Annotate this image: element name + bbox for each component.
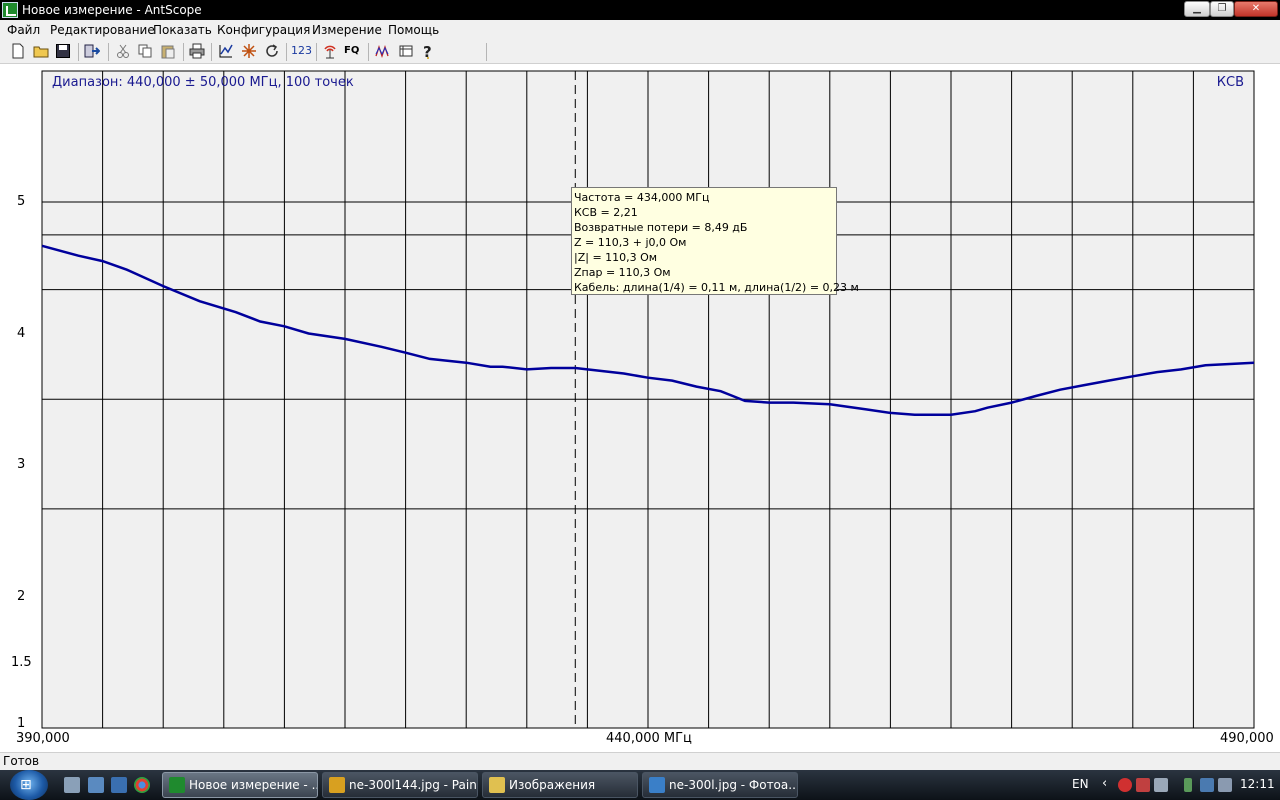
open-folder-icon[interactable] xyxy=(33,43,49,59)
tooltip-return-loss: Возвратные потери = 8,49 дБ xyxy=(574,221,748,234)
export-icon[interactable] xyxy=(84,43,100,59)
print-icon[interactable] xyxy=(189,43,205,59)
close-button[interactable]: ✕ xyxy=(1234,1,1278,17)
y-tick-label: 3 xyxy=(17,457,26,472)
help-icon[interactable]: ? xyxy=(420,43,436,59)
calculator-icon[interactable] xyxy=(64,777,80,793)
minimize-button[interactable]: ▁ xyxy=(1184,1,1210,17)
marker-icon[interactable] xyxy=(241,43,257,59)
menu-bar: Файл Редактирование Показать Конфигураци… xyxy=(0,20,1280,40)
tray-expand-icon[interactable]: ‹ xyxy=(1102,776,1107,791)
system-tray: EN ‹ 12:11 xyxy=(1060,770,1280,800)
status-bar: Готов xyxy=(0,752,1280,770)
show-desktop-icon[interactable] xyxy=(111,777,127,793)
y-tick-label: 1 xyxy=(17,716,26,731)
volume-muted-icon[interactable] xyxy=(1218,778,1232,792)
antenna-icon[interactable] xyxy=(322,43,338,59)
device-icon[interactable] xyxy=(1154,778,1168,792)
app-icon xyxy=(2,2,18,18)
y-tick-label: 1.5 xyxy=(11,655,32,670)
start-button[interactable]: ⊞ xyxy=(10,770,48,800)
title-bar: Новое измерение - AntScope ▁ ❐ ✕ xyxy=(0,0,1280,20)
battery-icon[interactable] xyxy=(1184,778,1192,792)
tooltip-impedance: Z = 110,3 + j0,0 Ом xyxy=(574,236,687,249)
taskbar-item-paint[interactable]: ne-300l144.jpg - Paint xyxy=(322,772,478,798)
tooltip-frequency: Частота = 434,000 МГц xyxy=(574,191,710,204)
maximize-button[interactable]: ❐ xyxy=(1210,1,1234,17)
svg-text:?: ? xyxy=(423,43,432,59)
swr-chart[interactable]: Диапазон: 440,000 ± 50,000 МГц, 100 точе… xyxy=(0,64,1280,752)
range-info: Диапазон: 440,000 ± 50,000 МГц, 100 точе… xyxy=(52,75,354,90)
toolbar: 123 FQ ? xyxy=(0,40,1280,64)
tooltip-parallel-impedance: Zпар = 110,3 Ом xyxy=(574,266,671,279)
antscope-icon xyxy=(169,777,185,793)
taskbar: ⊞ Новое измерение - ... ne-300l144.jpg -… xyxy=(0,770,1280,800)
y-tick-label: 4 xyxy=(17,326,26,341)
refresh-icon[interactable] xyxy=(264,43,280,59)
language-indicator[interactable]: EN xyxy=(1072,777,1089,791)
taskbar-item-antscope[interactable]: Новое измерение - ... xyxy=(162,772,318,798)
fq-icon[interactable]: FQ xyxy=(344,43,366,59)
numeric-icon[interactable]: 123 xyxy=(291,43,313,59)
taskbar-item-images-folder[interactable]: Изображения xyxy=(482,772,638,798)
chrome-icon[interactable] xyxy=(134,777,150,793)
menu-file[interactable]: Файл xyxy=(7,23,40,37)
task-label: Новое измерение - ... xyxy=(189,778,318,792)
task-label: Изображения xyxy=(509,778,596,792)
task-label: ne-300l144.jpg - Paint xyxy=(349,778,478,792)
window-switch-icon[interactable] xyxy=(88,777,104,793)
menu-view[interactable]: Показать xyxy=(153,23,212,37)
tooltip-swr: КСВ = 2,21 xyxy=(574,206,638,219)
y-tick-label: 5 xyxy=(17,194,26,209)
paste-icon[interactable] xyxy=(160,43,176,59)
network-disconnected-icon[interactable] xyxy=(1136,778,1150,792)
x-tick-label-right: 490,000 xyxy=(1220,731,1274,746)
mode-label: КСВ xyxy=(1216,75,1244,90)
security-alert-icon[interactable] xyxy=(1118,778,1132,792)
paint-icon xyxy=(329,777,345,793)
swr-chart-svg[interactable] xyxy=(0,64,1280,752)
menu-measurement[interactable]: Измерение xyxy=(312,23,382,37)
y-tick-label: 2 xyxy=(17,589,26,604)
status-text: Готов xyxy=(3,754,40,768)
save-icon[interactable] xyxy=(55,43,71,59)
photo-viewer-icon xyxy=(649,777,665,793)
menu-help[interactable]: Помощь xyxy=(388,23,439,37)
menu-edit[interactable]: Редактирование xyxy=(50,23,155,37)
curve-icon[interactable] xyxy=(375,43,391,59)
tooltip-abs-impedance: |Z| = 110,3 Ом xyxy=(574,251,658,264)
new-file-icon[interactable] xyxy=(10,43,26,59)
log-icon[interactable] xyxy=(398,43,414,59)
measurement-tooltip: Частота = 434,000 МГц КСВ = 2,21 Возврат… xyxy=(571,187,859,295)
taskbar-item-photo-viewer[interactable]: ne-300l.jpg - Фотоа... xyxy=(642,772,798,798)
window-title: Новое измерение - AntScope xyxy=(22,3,202,17)
chart-icon[interactable] xyxy=(218,43,234,59)
task-label: ne-300l.jpg - Фотоа... xyxy=(669,778,798,792)
folder-icon xyxy=(489,777,505,793)
menu-configuration[interactable]: Конфигурация xyxy=(217,23,310,37)
network-icon[interactable] xyxy=(1200,778,1214,792)
windows-logo-icon: ⊞ xyxy=(20,777,32,793)
x-tick-label-center: 440,000 МГц xyxy=(606,731,692,746)
tooltip-cable-length: Кабель: длина(1/4) = 0,11 м, длина(1/2) … xyxy=(574,281,859,294)
clock: 12:11 xyxy=(1240,777,1275,791)
cut-icon[interactable] xyxy=(115,43,131,59)
x-tick-label-left: 390,000 xyxy=(16,731,70,746)
copy-icon[interactable] xyxy=(137,43,153,59)
